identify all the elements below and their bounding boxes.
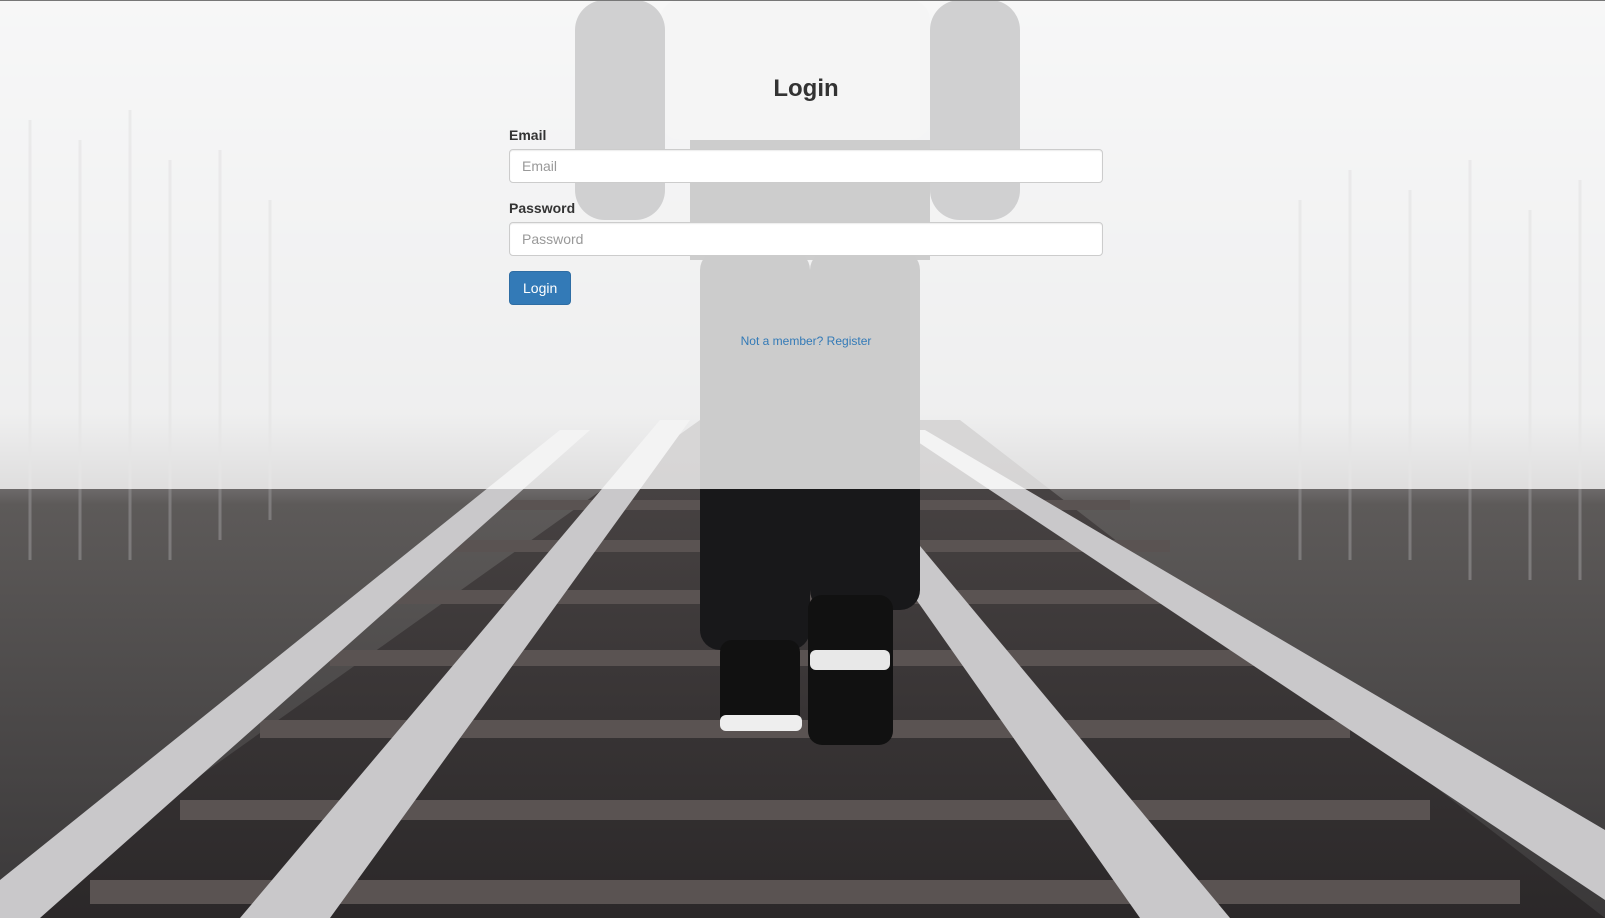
password-label: Password [509,200,576,216]
password-input[interactable] [509,222,1103,256]
register-prompt: Not a member? Register [509,333,1103,349]
email-input[interactable] [509,149,1103,183]
page-title: Login [773,75,839,102]
login-form: Login Email Password Login Not a member?… [509,1,1103,349]
register-link[interactable]: Not a member? Register [741,334,872,348]
login-page: Login Email Password Login Not a member?… [0,0,1605,918]
email-label: Email [509,127,547,143]
login-button[interactable]: Login [509,271,572,305]
